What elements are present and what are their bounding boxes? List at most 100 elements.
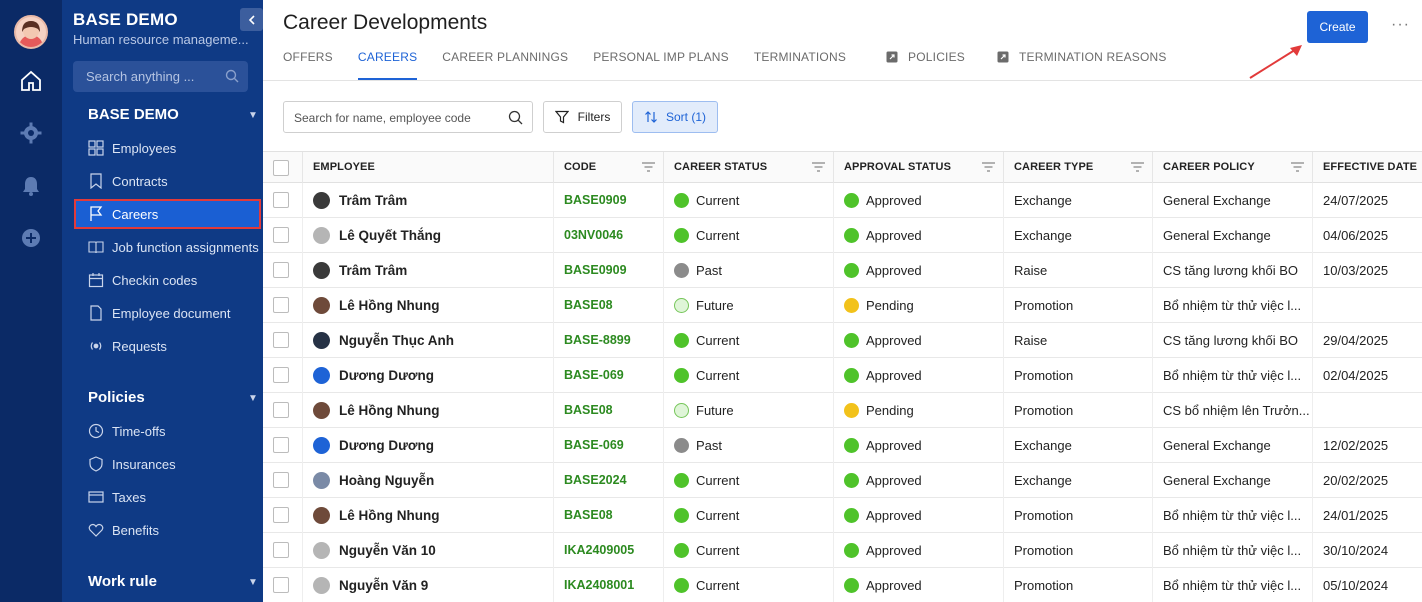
sidebar-item-job-function-assignments[interactable]: Job function assignments xyxy=(74,232,262,262)
row-checkbox[interactable] xyxy=(273,262,289,278)
table-row[interactable]: Dương Dương BASE-069 Past Approved Exchange G… xyxy=(263,428,1422,463)
table-row[interactable]: Lê Hồng Nhung BASE08 Current Approved Promot… xyxy=(263,498,1422,533)
chevron-down-icon[interactable]: ▼ xyxy=(248,577,258,588)
table-row[interactable]: Lê Quyết Thắng 03NV0046 Current Approved Exc… xyxy=(263,218,1422,253)
sidebar-item-contracts[interactable]: Contracts xyxy=(74,166,262,196)
row-checkbox[interactable] xyxy=(273,192,289,208)
chevron-down-icon[interactable]: ▼ xyxy=(248,110,258,121)
employee-cell[interactable]: Lê Quyết Thắng xyxy=(302,218,553,253)
sidebar-item-requests[interactable]: Requests xyxy=(74,331,262,361)
collapse-sidebar-button[interactable] xyxy=(240,8,263,31)
row-checkbox[interactable] xyxy=(273,297,289,313)
row-checkbox[interactable] xyxy=(273,227,289,243)
add-circle-icon[interactable] xyxy=(19,226,43,250)
row-checkbox[interactable] xyxy=(273,577,289,593)
filter-lines-icon[interactable] xyxy=(642,162,655,172)
user-avatar[interactable] xyxy=(14,15,48,49)
broadcast-icon xyxy=(90,342,102,350)
employee-code[interactable]: BASE0909 xyxy=(553,183,663,218)
tab-terminations[interactable]: TERMINATIONS xyxy=(754,50,846,80)
employee-cell[interactable]: Nguyễn Thục Anh xyxy=(302,323,553,358)
sidebar-item-employees[interactable]: Employees xyxy=(74,133,262,163)
filter-lines-icon[interactable] xyxy=(812,162,825,172)
table-row[interactable]: Nguyễn Thục Anh BASE-8899 Current Approved R… xyxy=(263,323,1422,358)
sidebar-item-time-offs[interactable]: Time-offs xyxy=(74,416,262,446)
filter-lines-icon[interactable] xyxy=(1291,162,1304,172)
sidebar-item-checkin-codes[interactable]: Checkin codes xyxy=(74,265,262,295)
employee-cell[interactable]: Trâm Trâm xyxy=(302,253,553,288)
sidebar-item-insurances[interactable]: Insurances xyxy=(74,449,262,479)
tab-careers[interactable]: CAREERS xyxy=(357,50,418,80)
section-policies[interactable]: Policies xyxy=(88,389,145,406)
table-row[interactable]: Trâm Trâm BASE0909 Current Approved Exchange… xyxy=(263,183,1422,218)
employee-cell[interactable]: Lê Hồng Nhung xyxy=(302,288,553,323)
employee-code[interactable]: BASE2024 xyxy=(553,463,663,498)
bookmark-icon xyxy=(90,173,102,189)
select-all-checkbox[interactable] xyxy=(273,160,289,176)
sidebar-item-taxes[interactable]: Taxes xyxy=(74,482,262,512)
section-work-rule[interactable]: Work rule xyxy=(88,573,157,590)
table-row[interactable]: Hoàng Nguyễn BASE2024 Current Approved Excha… xyxy=(263,463,1422,498)
table-row[interactable]: Dương Dương BASE-069 Current Approved Promot… xyxy=(263,358,1422,393)
column-header-approval-status[interactable]: APPROVAL STATUS xyxy=(833,152,1003,183)
employee-code[interactable]: BASE-069 xyxy=(553,428,663,463)
column-header-career-status[interactable]: CAREER STATUS xyxy=(663,152,833,183)
column-header-employee[interactable]: EMPLOYEE xyxy=(302,152,553,183)
row-checkbox[interactable] xyxy=(273,332,289,348)
tab-personal-imp-plans[interactable]: PERSONAL IMP PLANS xyxy=(593,50,729,80)
filter-lines-icon[interactable] xyxy=(982,162,995,172)
row-checkbox[interactable] xyxy=(273,367,289,383)
sort-button[interactable]: Sort (1) xyxy=(632,101,718,133)
column-header-career-type[interactable]: CAREER TYPE xyxy=(1003,152,1152,183)
more-options-icon[interactable]: ··· xyxy=(1391,16,1410,34)
tab-termination-reasons[interactable]: TERMINATION REASONS xyxy=(997,50,1167,80)
employee-cell[interactable]: Nguyễn Văn 9 xyxy=(302,568,553,602)
gear-icon[interactable] xyxy=(19,121,43,145)
table-row[interactable]: Lê Hồng Nhung BASE08 Future Pending Promotio… xyxy=(263,288,1422,323)
employee-cell[interactable]: Trâm Trâm xyxy=(302,183,553,218)
external-link-icon xyxy=(886,51,898,63)
employee-cell[interactable]: Dương Dương xyxy=(302,358,553,393)
table-row[interactable]: Lê Hồng Nhung BASE08 Future Pending Promotio… xyxy=(263,393,1422,428)
row-checkbox[interactable] xyxy=(273,437,289,453)
employee-cell[interactable]: Hoàng Nguyễn xyxy=(302,463,553,498)
column-header-career-policy[interactable]: CAREER POLICY xyxy=(1152,152,1312,183)
employee-cell[interactable]: Nguyễn Văn 10 xyxy=(302,533,553,568)
create-button[interactable]: Create xyxy=(1307,11,1368,43)
filter-lines-icon[interactable] xyxy=(1131,162,1144,172)
employee-code[interactable]: BASE-8899 xyxy=(553,323,663,358)
home-icon[interactable] xyxy=(19,69,43,93)
employee-cell[interactable]: Lê Hồng Nhung xyxy=(302,498,553,533)
row-checkbox[interactable] xyxy=(273,472,289,488)
table-row[interactable]: Nguyễn Văn 9 IKA2408001 Current Approved Pro… xyxy=(263,568,1422,602)
row-checkbox[interactable] xyxy=(273,542,289,558)
employee-code[interactable]: BASE08 xyxy=(553,288,663,323)
tab-career-plannings[interactable]: CAREER PLANNINGS xyxy=(442,50,568,80)
sidebar-item-careers[interactable]: Careers xyxy=(74,199,261,229)
tab-policies[interactable]: POLICIES xyxy=(886,50,965,80)
filters-button[interactable]: Filters xyxy=(543,101,622,133)
table-row[interactable]: Nguyễn Văn 10 IKA2409005 Current Approved Pr… xyxy=(263,533,1422,568)
employee-code[interactable]: BASE-069 xyxy=(553,358,663,393)
employee-code[interactable]: BASE0909 xyxy=(553,253,663,288)
section-base-demo[interactable]: BASE DEMO xyxy=(88,106,179,123)
table-row[interactable]: Trâm Trâm BASE0909 Past Approved Raise CS tăn… xyxy=(263,253,1422,288)
sidebar-search-input[interactable]: Search anything ... xyxy=(73,61,248,92)
tab-offers[interactable]: OFFERS xyxy=(283,50,333,80)
employee-code[interactable]: 03NV0046 xyxy=(553,218,663,253)
table-search-input[interactable]: Search for name, employee code xyxy=(283,101,533,133)
employee-code[interactable]: IKA2409005 xyxy=(553,533,663,568)
bell-icon[interactable] xyxy=(19,174,43,198)
employee-cell[interactable]: Lê Hồng Nhung xyxy=(302,393,553,428)
employee-code[interactable]: IKA2408001 xyxy=(553,568,663,602)
row-checkbox[interactable] xyxy=(273,507,289,523)
sidebar-item-employee-document[interactable]: Employee document xyxy=(74,298,262,328)
employee-code[interactable]: BASE08 xyxy=(553,498,663,533)
sidebar-item-benefits[interactable]: Benefits xyxy=(74,515,262,545)
row-checkbox[interactable] xyxy=(273,402,289,418)
employee-code[interactable]: BASE08 xyxy=(553,393,663,428)
column-header-effective-date[interactable]: EFFECTIVE DATE xyxy=(1312,152,1422,183)
chevron-down-icon[interactable]: ▼ xyxy=(248,393,258,404)
employee-cell[interactable]: Dương Dương xyxy=(302,428,553,463)
column-header-code[interactable]: CODE xyxy=(553,152,663,183)
